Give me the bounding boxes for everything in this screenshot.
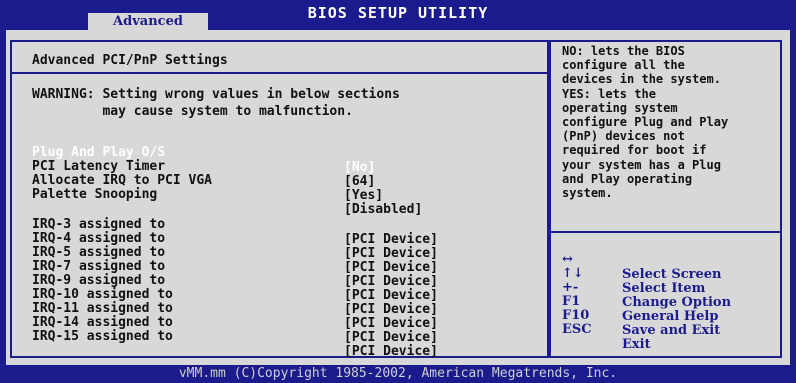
- irq-value[interactable]: [PCI Device]: [344, 330, 438, 345]
- heading-divider: [12, 72, 547, 74]
- help-line: configure Plug and Play: [562, 115, 729, 130]
- help-panel: NO: lets the BIOS configure all the devi…: [562, 44, 782, 200]
- key-desc: General Help: [622, 309, 719, 324]
- irq-value[interactable]: [PCI Device]: [344, 260, 438, 275]
- irq-row[interactable]: IRQ-9 assigned to [PCI Device]: [32, 258, 438, 303]
- key-desc: Select Screen: [622, 267, 722, 282]
- help-divider: [551, 231, 781, 233]
- copyright-footer: vMM.mm (C)Copyright 1985-2002, American …: [0, 365, 796, 383]
- key-label: ESC: [562, 322, 592, 337]
- help-line: and Play operating: [562, 171, 693, 186]
- irq-value[interactable]: [PCI Device]: [344, 316, 438, 331]
- tab-advanced[interactable]: Advanced: [88, 13, 208, 30]
- help-line: operating system: [562, 100, 678, 115]
- irq-row[interactable]: IRQ-11 assigned to [PCI Device]: [32, 286, 438, 331]
- irq-row[interactable]: IRQ-3 assigned to [PCI Device]: [32, 202, 438, 247]
- setting-value[interactable]: [No]: [344, 160, 375, 175]
- key-change-option: +- Change Option: [562, 265, 731, 310]
- help-line: (PnP) devices not: [562, 129, 685, 144]
- key-desc: Change Option: [622, 295, 732, 310]
- warning-text: WARNING: Setting wrong values in below s…: [32, 86, 400, 120]
- key-select-item: ↑↓ Select Item: [562, 251, 705, 296]
- key-desc: Save and Exit: [622, 323, 721, 338]
- irq-label: IRQ-15 assigned to: [32, 329, 173, 344]
- key-save-exit: F10 Save and Exit: [562, 293, 720, 338]
- irq-row[interactable]: IRQ-5 assigned to [PCI Device]: [32, 230, 438, 275]
- irq-row[interactable]: IRQ-10 assigned to [PCI Device]: [32, 272, 438, 317]
- page-title: Advanced PCI/PnP Settings: [32, 53, 228, 68]
- help-line: NO: lets the BIOS: [562, 44, 685, 58]
- warning-line-2: may cause system to malfunction.: [32, 104, 353, 119]
- help-line: devices in the system.: [562, 72, 721, 87]
- help-line: configure all the: [562, 58, 685, 73]
- irq-row[interactable]: IRQ-14 assigned to [PCI Device]: [32, 300, 438, 345]
- key-select-screen: ↔ Select Screen: [562, 237, 721, 282]
- help-line: your system has a Plug: [562, 157, 721, 172]
- irq-value[interactable]: [PCI Device]: [344, 274, 438, 289]
- setting-value[interactable]: [64]: [344, 174, 375, 189]
- help-line: YES: lets the: [562, 86, 656, 101]
- irq-value[interactable]: [PCI Device]: [344, 232, 438, 247]
- setting-plug-and-play-os[interactable]: Plug And Play O/S [No]: [32, 130, 375, 175]
- irq-value[interactable]: [PCI Device]: [344, 344, 438, 359]
- setting-value[interactable]: [Yes]: [344, 188, 383, 203]
- help-line: system.: [562, 186, 613, 201]
- top-bar: BIOS SETUP UTILITY Advanced: [0, 0, 796, 30]
- setting-allocate-irq-vga[interactable]: Allocate IRQ to PCI VGA [Yes]: [32, 158, 383, 203]
- irq-value[interactable]: [PCI Device]: [344, 246, 438, 261]
- setting-value[interactable]: [Disabled]: [344, 202, 422, 217]
- setting-pci-latency-timer[interactable]: PCI Latency Timer [64]: [32, 144, 375, 189]
- warning-line-1: WARNING: Setting wrong values in below s…: [32, 87, 400, 102]
- irq-value[interactable]: [PCI Device]: [344, 302, 438, 317]
- setting-palette-snooping[interactable]: Palette Snooping [Disabled]: [32, 172, 422, 217]
- vertical-divider: [547, 40, 551, 358]
- key-general-help: F1 General Help: [562, 279, 718, 324]
- irq-row[interactable]: IRQ-4 assigned to [PCI Device]: [32, 216, 438, 261]
- key-desc: Exit: [622, 337, 651, 352]
- irq-value[interactable]: [PCI Device]: [344, 288, 438, 303]
- setting-label: Palette Snooping: [32, 187, 158, 202]
- key-desc: Select Item: [622, 281, 706, 296]
- irq-row[interactable]: IRQ-7 assigned to [PCI Device]: [32, 244, 438, 289]
- help-line: required for boot if: [562, 143, 707, 158]
- key-exit: ESC Exit: [562, 307, 651, 352]
- irq-row[interactable]: IRQ-15 assigned to [PCI Device]: [32, 314, 438, 359]
